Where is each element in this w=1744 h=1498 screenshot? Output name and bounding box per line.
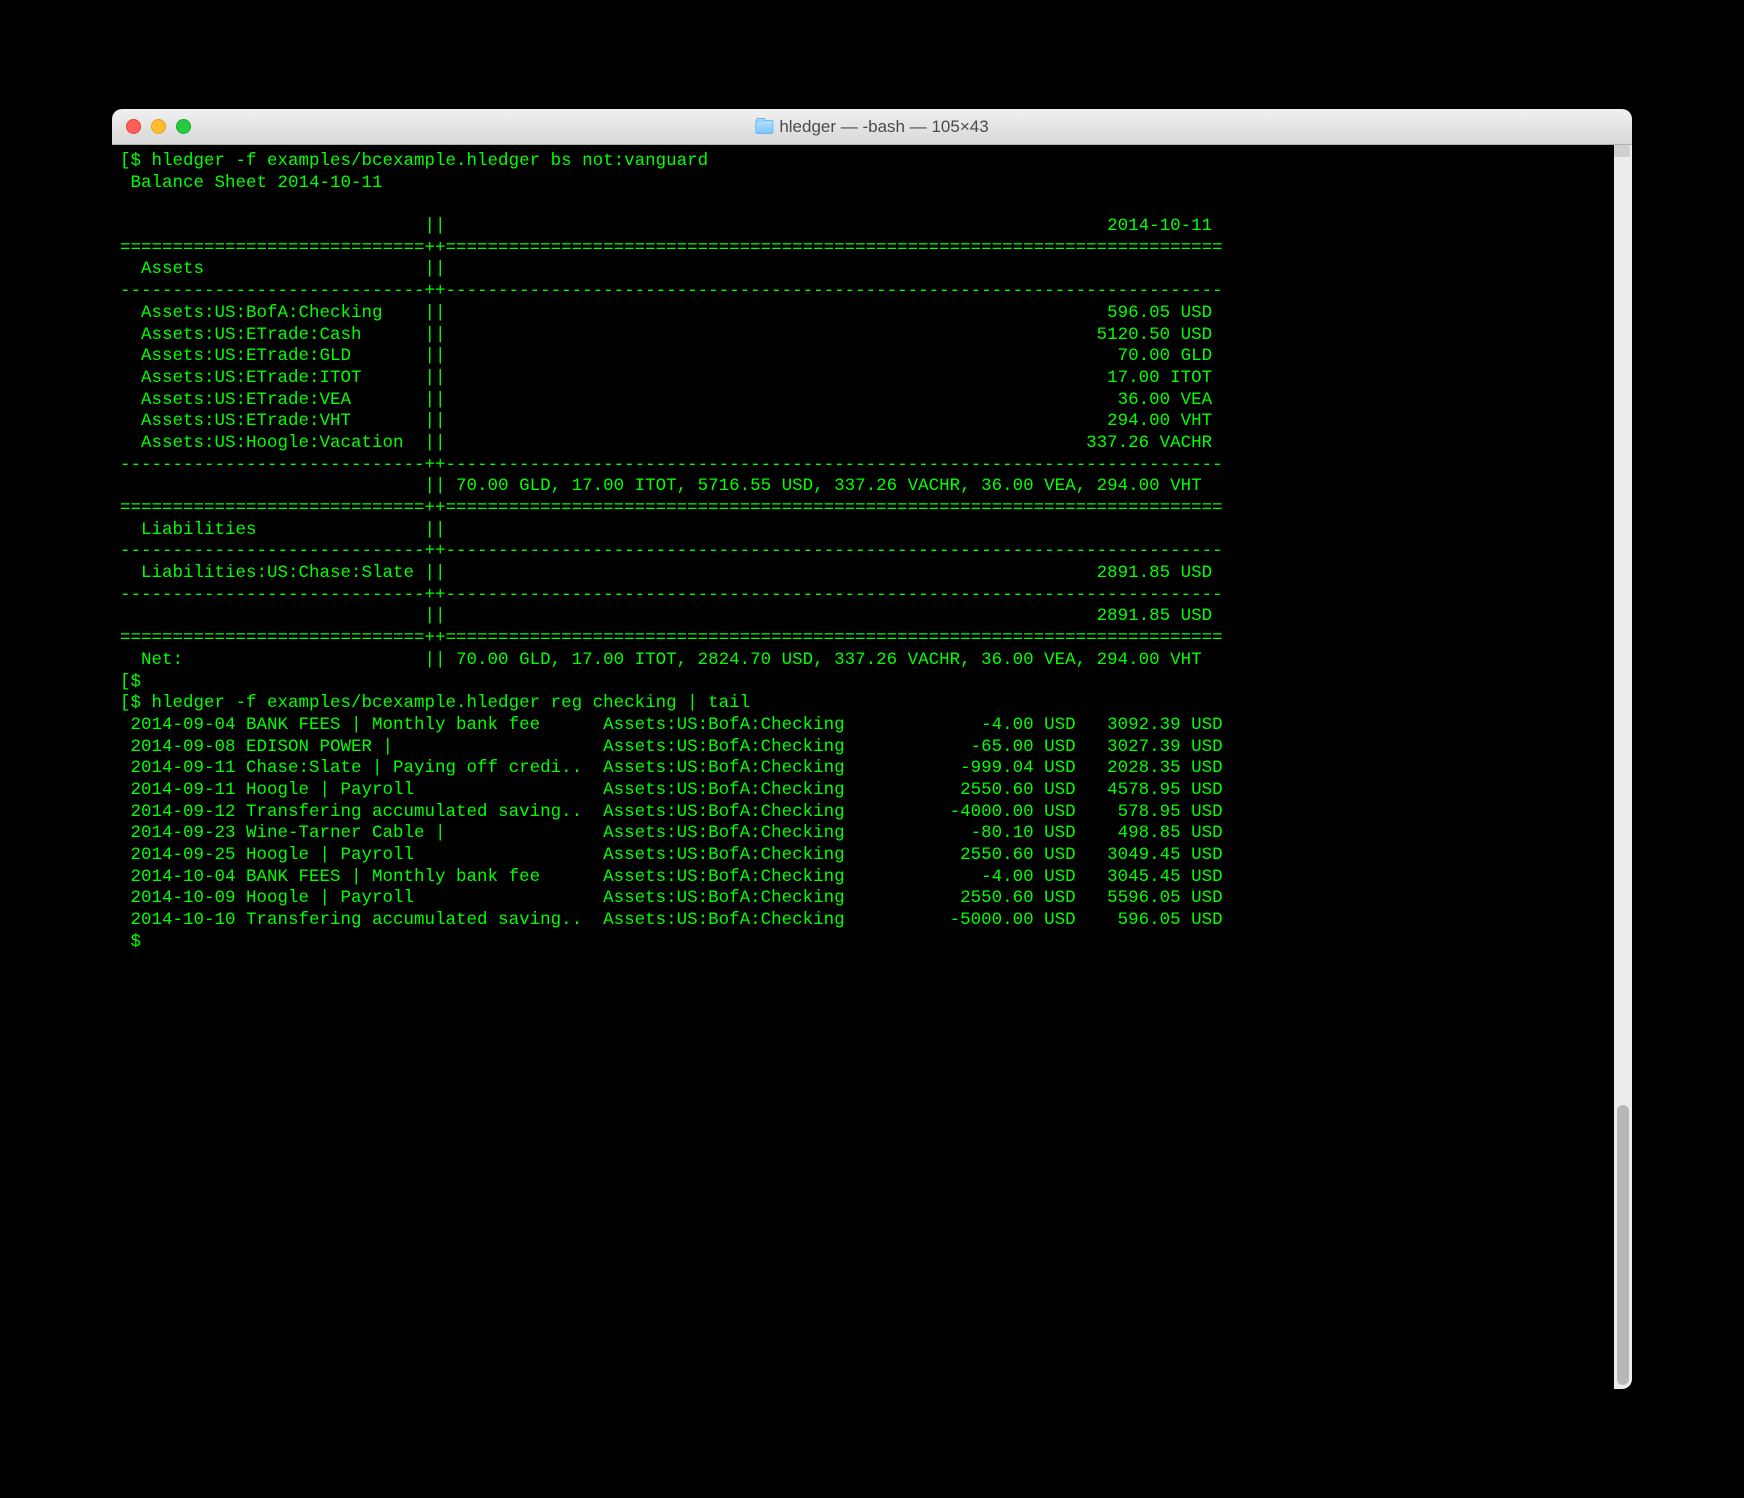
folder-icon — [755, 120, 773, 134]
scrollbar[interactable] — [1614, 145, 1632, 1389]
terminal-window: hledger — -bash — 105×43 [$ hledger -f e… — [112, 109, 1632, 1389]
scroll-indicator — [1614, 145, 1630, 157]
titlebar[interactable]: hledger — -bash — 105×43 — [112, 109, 1632, 145]
maximize-button[interactable] — [176, 119, 191, 134]
minimize-button[interactable] — [151, 119, 166, 134]
traffic-lights — [126, 119, 191, 134]
close-button[interactable] — [126, 119, 141, 134]
terminal-output[interactable]: [$ hledger -f examples/bcexample.hledger… — [112, 145, 1614, 1389]
window-title: hledger — -bash — 105×43 — [755, 117, 988, 137]
window-title-text: hledger — -bash — 105×43 — [779, 117, 988, 137]
scroll-thumb[interactable] — [1617, 1105, 1629, 1385]
terminal-body: [$ hledger -f examples/bcexample.hledger… — [112, 145, 1632, 1389]
